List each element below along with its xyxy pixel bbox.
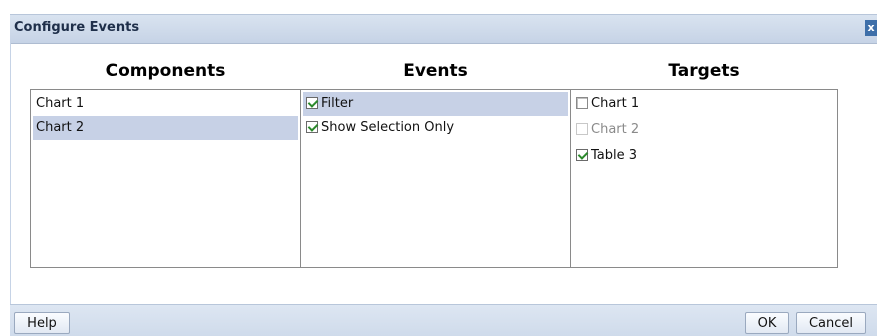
target-chart-1-checkbox[interactable] [576,97,588,109]
dialog-titlebar[interactable]: Configure Events x [10,14,877,44]
events-list[interactable]: Filter Show Selection Only [300,89,571,268]
dialog-left-border [10,42,11,304]
event-item-label: Show Selection Only [321,120,455,135]
ok-button[interactable]: OK [745,312,789,334]
target-item-table-3[interactable]: Table 3 [573,144,835,168]
close-icon[interactable]: x [865,20,877,36]
event-item-filter[interactable]: Filter [303,92,568,116]
component-item-chart-2[interactable]: Chart 2 [33,116,298,140]
components-list[interactable]: Chart 1 Chart 2 [30,89,301,268]
event-item-show-selection-only[interactable]: Show Selection Only [303,116,568,140]
help-button[interactable]: Help [14,312,70,334]
target-table-3-checkbox[interactable] [576,149,588,161]
target-item-label: Chart 2 [591,122,640,137]
filter-checkbox[interactable] [306,97,318,109]
cancel-button[interactable]: Cancel [796,312,866,334]
target-item-label: Table 3 [591,148,638,163]
component-item-label: Chart 2 [36,120,85,135]
targets-header: Targets [668,61,740,81]
show-selection-only-checkbox[interactable] [306,121,318,133]
dialog-footer: Help OK Cancel [10,304,877,336]
events-header: Events [403,61,468,81]
component-item-chart-1[interactable]: Chart 1 [33,92,298,116]
target-item-label: Chart 1 [591,96,640,111]
component-item-label: Chart 1 [36,96,85,111]
components-header: Components [105,61,226,81]
configure-events-dialog: Configure Events x Components Events Tar… [0,0,877,336]
target-chart-2-checkbox [576,123,588,135]
dialog-title: Configure Events [14,20,140,35]
targets-list[interactable]: Chart 1 Chart 2 Table 3 [570,89,838,268]
event-item-label: Filter [321,96,354,111]
target-item-chart-2: Chart 2 [573,118,835,142]
target-item-chart-1[interactable]: Chart 1 [573,92,835,116]
